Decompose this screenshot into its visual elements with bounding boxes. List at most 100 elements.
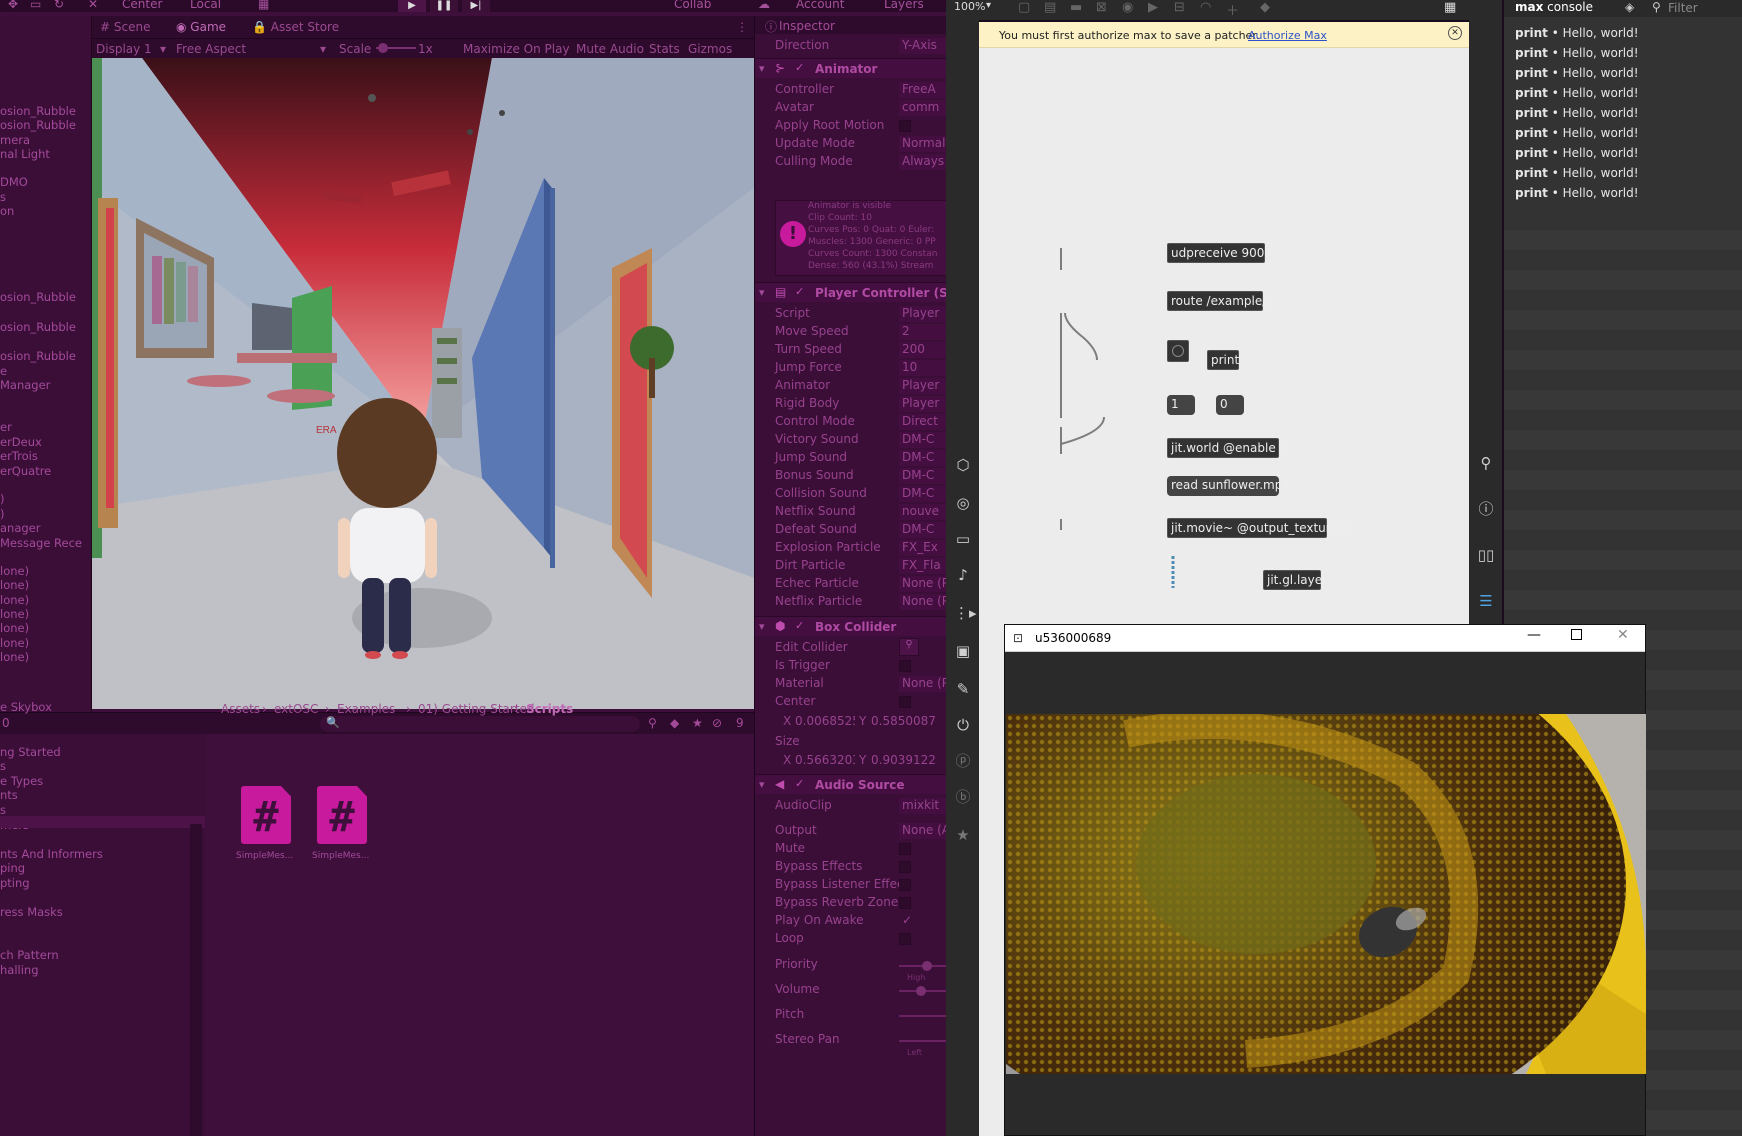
hidden-packages-icon[interactable]: ⊘ [712,716,722,730]
jit-movie-object[interactable]: jit.movie~ @output_texture 1 [1167,518,1349,538]
hierarchy-item[interactable]: s [0,190,6,204]
project-tree-item[interactable]: s [0,759,6,773]
paperclip-icon[interactable]: ✎ [954,680,972,698]
favorite-icon[interactable]: ★ [692,716,703,730]
player-field-value[interactable]: Player [899,306,946,322]
stats-toggle[interactable]: Stats [649,42,680,56]
project-tree-item[interactable]: e Skybox [0,700,52,714]
hierarchy-item[interactable]: erTrois [0,449,38,463]
audio-checkbox[interactable] [899,933,911,945]
image-icon[interactable]: ▣ [954,642,972,660]
music-note-icon[interactable]: ♪ [954,566,972,584]
gauge-icon[interactable]: ◠ [1200,0,1211,15]
audio-checkbox[interactable] [899,861,911,873]
animator-field-value[interactable]: FreeA [899,82,946,98]
box-field-value[interactable]: None (Ph [899,676,946,692]
hierarchy-item[interactable]: mera [0,133,30,147]
size-y-value[interactable]: 0.9039122 [871,753,946,767]
foldout-icon[interactable]: ▾ [759,620,765,633]
package-icon[interactable]: ⬡ [954,456,972,474]
mute-audio-toggle[interactable]: Mute Audio [576,42,644,56]
center-x-value[interactable]: 0.0068525 [795,714,855,728]
enable-checkbox[interactable]: ✓ [795,777,804,790]
player-field-value[interactable]: DM-C [899,450,946,466]
player-field-value[interactable]: nouve [899,504,946,520]
project-tree-item[interactable]: ng Started [0,745,61,759]
authorize-link[interactable]: Authorize Max [1248,29,1327,42]
scale-slider-knob[interactable] [378,43,388,53]
info-icon[interactable]: ⓘ [1477,500,1495,518]
local-toggle[interactable]: Local [190,0,221,11]
print-object[interactable]: print [1207,350,1239,370]
add-icon[interactable]: ＋ [1226,0,1239,19]
script-file-icon[interactable]: # [241,786,291,844]
rotate-tool-icon[interactable]: ↻ [54,0,64,11]
foldout-icon[interactable]: ▾ [759,62,765,75]
tab-game[interactable]: ◉ Game [176,20,226,34]
enable-checkbox[interactable]: ✓ [795,285,804,298]
player-field-value[interactable]: DM-C [899,468,946,484]
hierarchy-item[interactable]: lone) [0,578,29,592]
close-banner-icon[interactable]: ✕ [1448,26,1462,40]
player-field-value[interactable]: Player [899,396,946,412]
hierarchy-item[interactable]: on [0,204,14,218]
debug-icon[interactable]: ⊟ [1174,0,1185,15]
enable-checkbox[interactable]: ✓ [795,619,804,632]
jitter-window-titlebar[interactable]: ⊡ u536000689 — ✕ [1005,625,1645,652]
tab-menu-icon[interactable]: ⋮ [736,20,748,34]
audio-checkbox-checked[interactable]: ✓ [899,913,946,929]
console-line[interactable]: print • Hello, world! [1515,106,1639,120]
hierarchy-item[interactable]: nal Light [0,147,50,161]
audio-section-header[interactable]: ▾ ◀ ✓ Audio Source [755,774,946,794]
box-field-checkbox[interactable] [899,660,911,672]
gizmos-dropdown[interactable]: Gizmos [688,42,732,56]
delete-icon[interactable]: ⊠ [1096,0,1107,15]
presentation-icon[interactable]: ▤ [1044,0,1056,15]
pin-icon[interactable]: ◈ [1625,0,1634,14]
jit-gl-layer-object[interactable]: jit.gl.layer [1263,570,1327,590]
breadcrumb-item[interactable]: Scripts [526,702,573,716]
player-field-value[interactable]: 200 [899,342,946,358]
size-x-value[interactable]: 0.5663203 [795,753,855,767]
player-field-value[interactable]: None (P [899,576,946,592]
project-tree-item[interactable]: ch Pattern [0,948,59,962]
project-tree-item[interactable]: s [0,803,6,817]
player-field-value[interactable]: Direct [899,414,946,430]
hierarchy-item[interactable]: osion_Rubble [0,118,76,132]
project-tree-item[interactable]: e Types [0,774,43,788]
console-line[interactable]: print • Hello, world! [1515,126,1639,140]
project-tree-item[interactable]: pting [0,876,30,890]
project-tree-item[interactable]: halling [0,963,39,977]
rect-tool-icon[interactable]: ▭ [30,0,41,11]
minimize-icon[interactable]: — [1527,627,1541,643]
player-field-value[interactable]: FX_Ex [899,540,946,556]
filter-by-type-icon[interactable]: ⚲ [648,716,657,730]
audio-checkbox[interactable] [899,879,911,891]
player-field-value[interactable]: DM-C [899,432,946,448]
hierarchy-item[interactable]: Message Rece [0,536,82,550]
enable-checkbox[interactable]: ✓ [795,61,804,74]
box-section-header[interactable]: ▾ ⬢ ✓ Box Collider [755,616,946,636]
hierarchy-item[interactable]: anager [0,521,41,535]
foldout-icon[interactable]: ▾ [759,286,765,299]
animator-field-value[interactable]: Always [899,154,946,170]
aspect-dropdown[interactable]: Free Aspect [176,42,246,56]
player-field-value[interactable]: 10 [899,360,946,376]
zoom-level[interactable]: 100% [954,0,985,13]
script-file-icon[interactable]: # [317,786,367,844]
collab-dropdown[interactable]: Collab [674,0,711,11]
pause-button[interactable]: ❚❚ [430,0,458,12]
read-message[interactable]: read sunflower.mp4 [1167,476,1290,496]
account-dropdown[interactable]: Account [796,0,844,11]
audio-slider[interactable] [899,1040,946,1042]
record-icon[interactable]: ◉ [1122,0,1133,15]
audio-field-value[interactable]: mixkit [899,798,946,814]
hierarchy-item[interactable]: ) [0,492,5,506]
message-1[interactable]: 1 [1167,395,1195,415]
player-field-value[interactable]: FX_Fla [899,558,946,574]
game-viewport[interactable]: ERA [92,58,754,709]
plug-icon[interactable]: ⏻ [954,716,972,734]
console-line[interactable]: print • Hello, world! [1515,26,1639,40]
console-list-icon[interactable]: ☰ [1477,592,1495,610]
message-0[interactable]: 0 [1216,395,1244,415]
